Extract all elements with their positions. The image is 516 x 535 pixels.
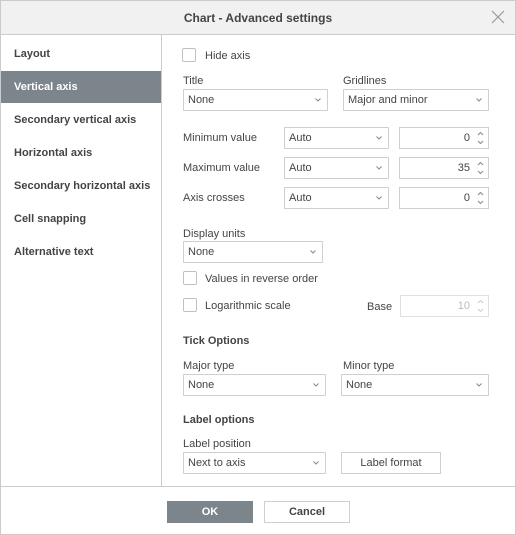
reverse-order-checkbox[interactable] [183,271,197,285]
dialog-title: Chart - Advanced settings [183,11,333,25]
minor-type-label: Minor type [343,360,395,372]
minor-type-value: None [346,379,373,391]
maximum-mode-value: Auto [289,162,312,174]
chevron-down-icon [376,136,382,140]
chevron-down-icon [313,383,319,387]
hide-axis-label: Hide axis [205,50,251,62]
base-label: Base [367,301,393,313]
cancel-button[interactable]: Cancel [264,501,350,523]
sidebar-item-vertical-axis[interactable]: Vertical axis [1,71,161,103]
axis-crosses-mode-value: Auto [289,192,312,204]
chevron-down-icon [310,250,316,254]
sidebar-item-secondary-vertical-axis[interactable]: Secondary vertical axis [1,104,161,136]
maximum-value: 35 [457,162,470,174]
minimum-mode-select[interactable]: Auto [284,127,389,149]
logarithmic-scale-checkbox[interactable] [183,298,197,312]
major-type-label: Major type [183,360,235,372]
minimum-value: 0 [463,132,470,144]
base-spinner[interactable]: 10 [400,295,489,317]
display-units-select[interactable]: None [183,241,323,263]
major-type-value: None [188,379,215,391]
dialog-footer: OK Cancel [1,486,515,535]
axis-crosses-label: Axis crosses [183,192,245,204]
title-label: Title [183,75,204,87]
minimum-value-spinner[interactable]: 0 [399,127,489,149]
label-position-label: Label position [183,438,251,450]
sidebar-item-layout[interactable]: Layout [1,38,161,70]
spinner-arrows-icon[interactable] [477,190,484,206]
chevron-down-icon [315,98,321,102]
gridlines-label: Gridlines [343,75,387,87]
sidebar-item-secondary-horizontal-axis[interactable]: Secondary horizontal axis [1,170,161,202]
spinner-arrows-icon[interactable] [477,298,484,314]
ok-button[interactable]: OK [167,501,253,523]
display-units-label: Display units [183,228,246,240]
label-position-select[interactable]: Next to axis [183,452,326,474]
spinner-arrows-icon[interactable] [477,160,484,176]
minimum-value-label: Minimum value [183,132,257,144]
tick-options-heading: Tick Options [183,335,250,347]
minor-type-select[interactable]: None [341,374,489,396]
label-position-value: Next to axis [188,457,246,469]
axis-crosses-select[interactable]: Auto [284,187,389,209]
chevron-down-icon [376,166,382,170]
advanced-settings-dialog: Chart - Advanced settings Layout Vertica… [0,0,516,535]
hide-axis-checkbox[interactable] [182,48,196,62]
label-format-button[interactable]: Label format [341,452,441,474]
major-type-select[interactable]: None [183,374,326,396]
gridlines-value: Major and minor [348,94,428,106]
minimum-mode-value: Auto [289,132,312,144]
sidebar-item-cell-snapping[interactable]: Cell snapping [1,203,161,235]
dialog-header: Chart - Advanced settings [1,1,515,35]
gridlines-select[interactable]: Major and minor [343,89,489,111]
maximum-value-label: Maximum value [183,162,261,174]
chevron-down-icon [313,461,319,465]
base-value: 10 [457,300,470,312]
maximum-mode-select[interactable]: Auto [284,157,389,179]
sidebar-item-alternative-text[interactable]: Alternative text [1,236,161,268]
title-value: None [188,94,215,106]
sidebar-item-horizontal-axis[interactable]: Horizontal axis [1,137,161,169]
axis-crosses-value: 0 [463,192,470,204]
axis-crosses-spinner[interactable]: 0 [399,187,489,209]
sidebar: Layout Vertical axis Secondary vertical … [1,35,162,486]
chevron-down-icon [376,196,382,200]
close-icon[interactable] [491,10,505,24]
title-select[interactable]: None [183,89,328,111]
label-options-heading: Label options [183,414,255,426]
spinner-arrows-icon[interactable] [477,130,484,146]
display-units-value: None [188,246,215,258]
maximum-value-spinner[interactable]: 35 [399,157,489,179]
chevron-down-icon [476,98,482,102]
reverse-order-label: Values in reverse order [205,273,318,285]
chevron-down-icon [476,383,482,387]
logarithmic-scale-label: Logarithmic scale [205,300,291,312]
